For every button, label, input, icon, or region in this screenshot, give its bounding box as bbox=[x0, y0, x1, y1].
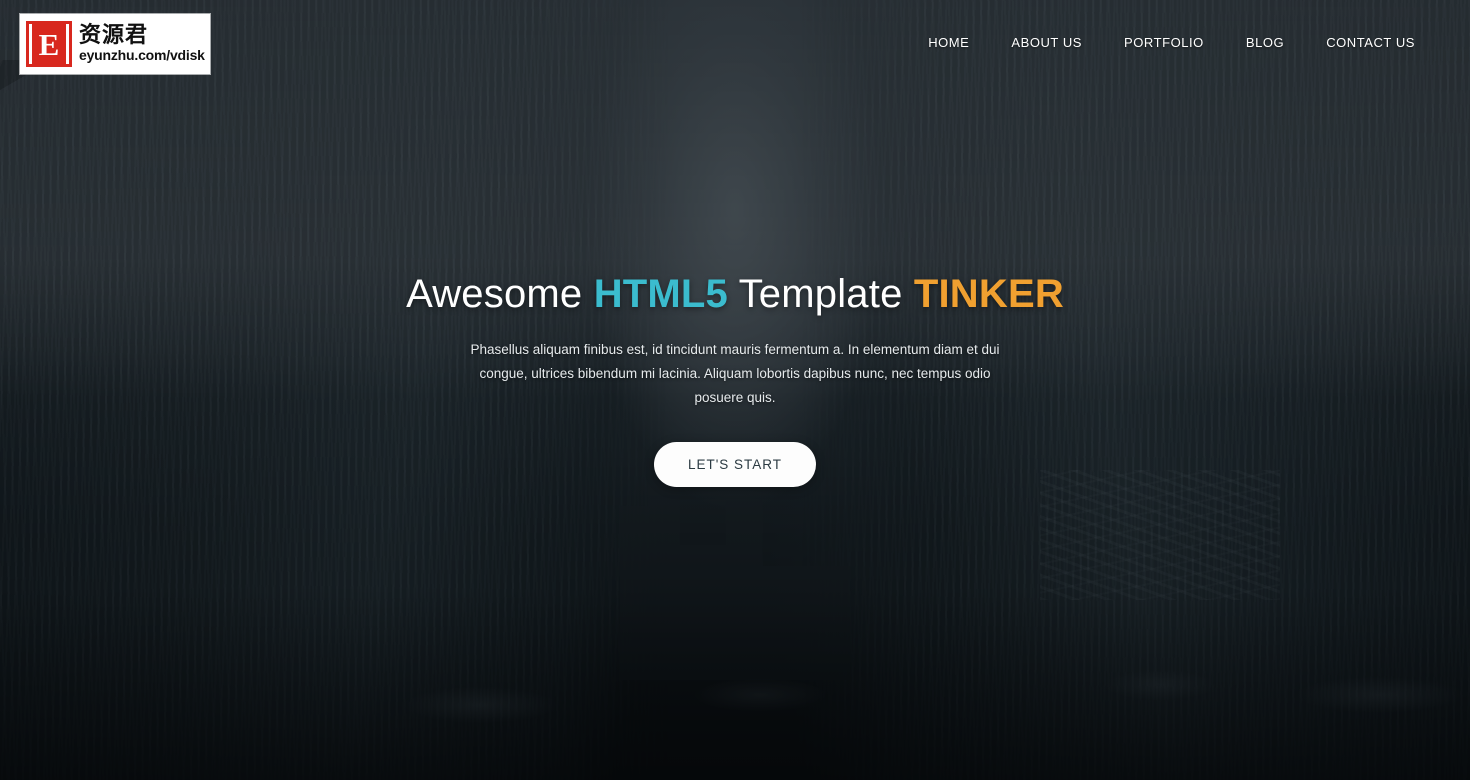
watermark-overlay: E 资源君 eyunzhu.com/vdisk bbox=[20, 14, 210, 74]
hero-title: Awesome HTML5 Template TINKER bbox=[60, 272, 1410, 316]
hero-paragraph: Phasellus aliquam finibus est, id tincid… bbox=[470, 342, 1000, 405]
watermark-logo-letter: E bbox=[29, 24, 69, 64]
hero-title-part1: Awesome bbox=[406, 272, 594, 316]
nav-item-portfolio[interactable]: PORTFOLIO bbox=[1103, 25, 1225, 60]
lets-start-button[interactable]: LET'S START bbox=[653, 442, 817, 487]
nav-item-about-us[interactable]: ABOUT US bbox=[990, 25, 1103, 60]
site-header: TINKER HOME ABOUT US PORTFOLIO BLOG CONT… bbox=[0, 0, 1470, 84]
nav-item-blog[interactable]: BLOG bbox=[1225, 25, 1305, 60]
hero-title-part2: Template bbox=[728, 272, 914, 316]
nav-item-contact-us[interactable]: CONTACT US bbox=[1305, 25, 1436, 60]
watermark-logo-icon: E bbox=[26, 21, 72, 67]
main-navigation: HOME ABOUT US PORTFOLIO BLOG CONTACT US bbox=[907, 25, 1436, 60]
watermark-chinese-label: 资源君 bbox=[79, 23, 149, 49]
hero-title-highlight: HTML5 bbox=[593, 272, 729, 316]
watermark-url: eyunzhu.com/vdisk bbox=[79, 47, 205, 64]
hero-content: Awesome HTML5 Template TINKER Phasellus … bbox=[0, 272, 1470, 487]
nav-item-home[interactable]: HOME bbox=[907, 25, 990, 60]
watermark-text: 资源君 eyunzhu.com/vdisk bbox=[79, 24, 205, 63]
hero-section: TINKER HOME ABOUT US PORTFOLIO BLOG CONT… bbox=[0, 0, 1470, 780]
hero-title-brand: TINKER bbox=[913, 272, 1064, 316]
